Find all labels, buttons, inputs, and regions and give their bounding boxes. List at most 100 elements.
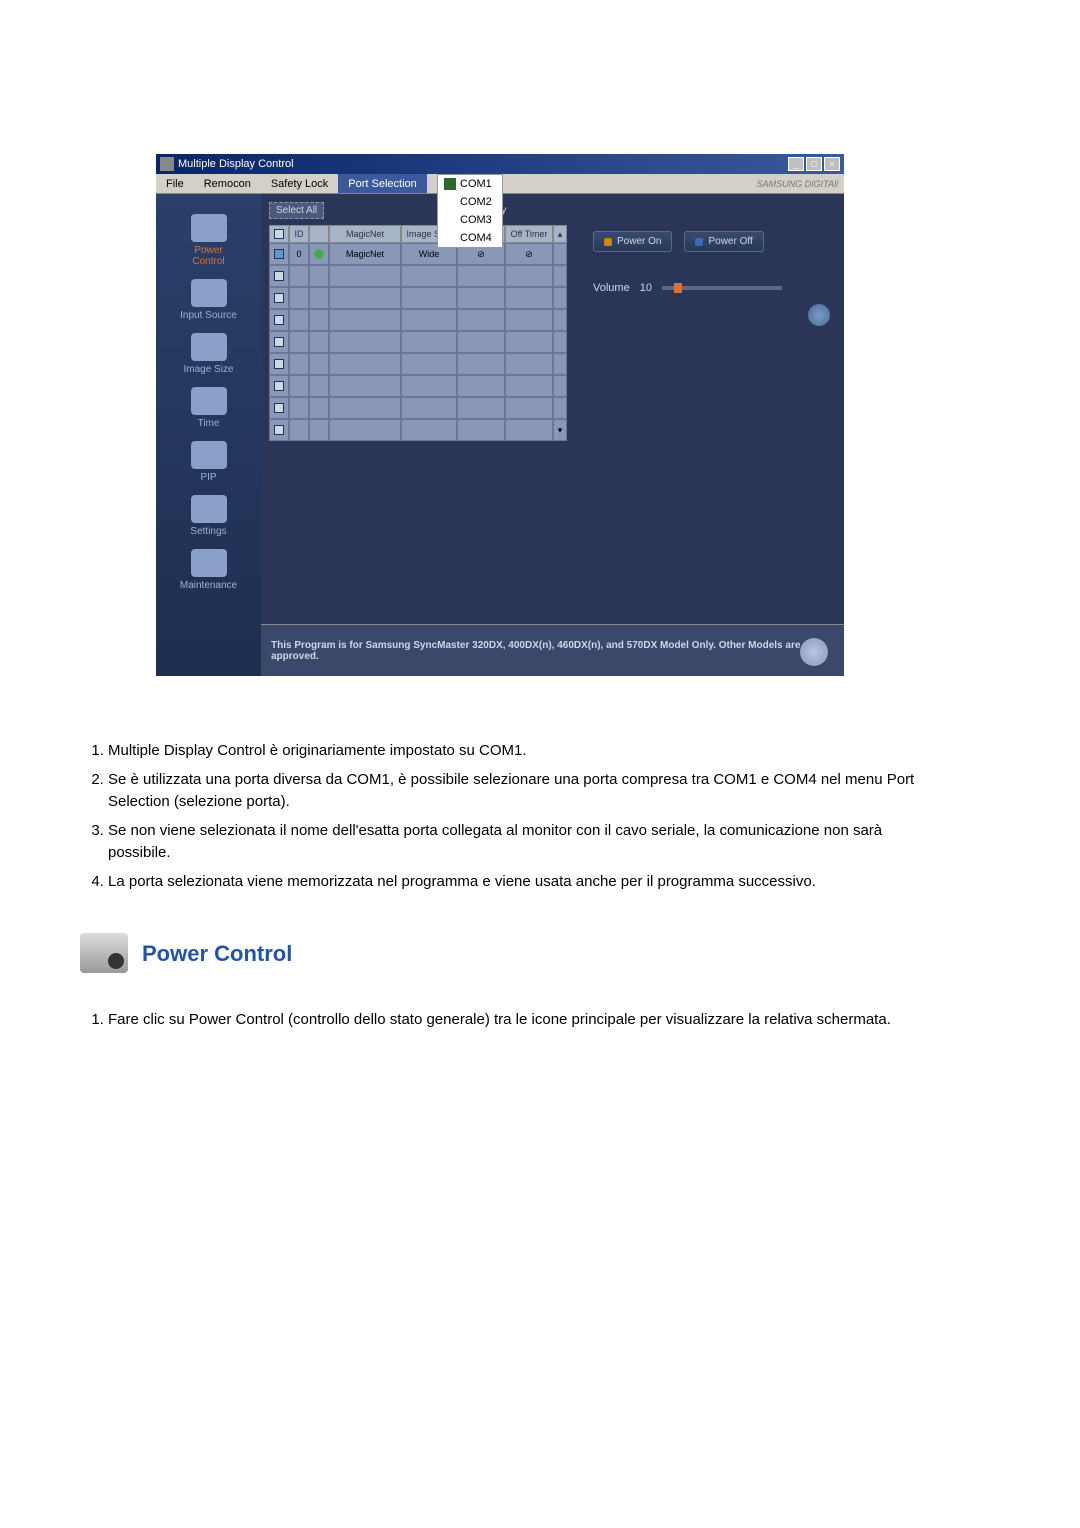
col-status[interactable] (309, 225, 329, 243)
window-title: Multiple Display Control (178, 158, 294, 170)
list-item: Multiple Display Control è originariamen… (108, 740, 940, 763)
scroll-down[interactable]: ▾ (553, 419, 567, 441)
display-grid: ID MagicNet Image Size On Timer Off Time… (269, 225, 579, 441)
volume-slider[interactable] (662, 286, 782, 290)
row-id: 0 (289, 243, 309, 265)
row-offtimer: ⊘ (505, 243, 553, 265)
footer-text: This Program is for Samsung SyncMaster 3… (271, 640, 834, 662)
sidebar-item-time[interactable]: Time (179, 387, 239, 429)
list-item: Se è utilizzata una porta diversa da COM… (108, 769, 940, 814)
menu-port-selection[interactable]: Port Selection (338, 174, 426, 193)
row-checkbox[interactable] (274, 337, 284, 347)
power-off-label: Power Off (708, 236, 752, 247)
sidebar-item-settings[interactable]: Settings (179, 495, 239, 537)
close-button[interactable]: × (824, 157, 840, 171)
title-bar: Multiple Display Control _ □ × (156, 154, 844, 174)
footer-message: This Program is for Samsung SyncMaster 3… (261, 624, 844, 676)
sidebar-label: Maintenance (180, 580, 237, 591)
menu-safety-lock[interactable]: Safety Lock (261, 174, 338, 193)
sidebar-label: Input Source (180, 310, 237, 321)
sidebar-label: Image Size (183, 364, 233, 375)
table-row[interactable] (269, 375, 579, 397)
power-off-icon (695, 238, 703, 246)
window-controls: _ □ × (788, 157, 840, 171)
select-all-button[interactable]: Select All (269, 202, 324, 219)
sidebar-label: PIP (200, 472, 216, 483)
sidebar-item-input-source[interactable]: Input Source (179, 279, 239, 321)
sidebar-item-maintenance[interactable]: Maintenance (179, 549, 239, 591)
power-icon (191, 214, 227, 242)
port-option-com2[interactable]: COM2 (438, 193, 502, 211)
content-area: COM1 COM2 COM3 COM4 Select All Busy ID (261, 194, 844, 676)
app-window: Multiple Display Control _ □ × File Remo… (156, 154, 844, 676)
col-id[interactable]: ID (289, 225, 309, 243)
volume-control: Volume 10 (593, 282, 830, 294)
row-checkbox[interactable] (274, 293, 284, 303)
power-on-label: Power On (617, 236, 661, 247)
scroll-up[interactable]: ▴ (553, 225, 567, 243)
settings-icon (191, 495, 227, 523)
list-item: La porta selezionata viene memorizzata n… (108, 871, 940, 894)
table-row[interactable]: 0 MagicNet Wide ⊘ ⊘ (269, 243, 579, 265)
section-list: Fare clic su Power Control (controllo de… (80, 1009, 940, 1032)
row-checkbox[interactable] (274, 381, 284, 391)
scrollbar[interactable] (553, 243, 567, 265)
size-icon (191, 333, 227, 361)
menu-file[interactable]: File (156, 174, 194, 193)
toolbar: Select All Busy (269, 202, 836, 219)
table-row[interactable] (269, 397, 579, 419)
status-dot-icon (314, 249, 324, 259)
control-panel: Power On Power Off Volume 10 (587, 225, 836, 441)
row-checkbox[interactable] (274, 425, 284, 435)
row-checkbox[interactable] (274, 403, 284, 413)
brand-label: SAMSUNG DIGITAll (757, 179, 844, 189)
volume-value: 10 (640, 282, 652, 294)
menu-remocon[interactable]: Remocon (194, 174, 261, 193)
sidebar-item-power-control[interactable]: Power Control (179, 214, 239, 267)
row-checkbox[interactable] (274, 271, 284, 281)
sidebar-item-pip[interactable]: PIP (179, 441, 239, 483)
table-row[interactable] (269, 353, 579, 375)
volume-label: Volume (593, 282, 630, 294)
document-text: Multiple Display Control è originariamen… (80, 740, 940, 1038)
power-off-button[interactable]: Power Off (684, 231, 763, 252)
section-title: Power Control (142, 937, 292, 970)
port-option-com1[interactable]: COM1 (438, 175, 502, 193)
col-magicnet[interactable]: MagicNet (329, 225, 401, 243)
row-checkbox[interactable] (274, 249, 284, 259)
power-on-button[interactable]: Power On (593, 231, 672, 252)
speaker-icon[interactable] (808, 304, 830, 326)
pip-icon (191, 441, 227, 469)
power-control-icon (80, 933, 128, 973)
maximize-button[interactable]: □ (806, 157, 822, 171)
power-on-icon (604, 238, 612, 246)
app-icon (160, 157, 174, 171)
input-icon (191, 279, 227, 307)
row-checkbox[interactable] (274, 359, 284, 369)
table-row[interactable] (269, 287, 579, 309)
section-header: Power Control (80, 933, 940, 973)
grid-header: ID MagicNet Image Size On Timer Off Time… (269, 225, 579, 243)
sidebar-label: Settings (190, 526, 226, 537)
sidebar-label: Power Control (179, 245, 239, 267)
table-row[interactable]: ▾ (269, 419, 579, 441)
row-checkbox[interactable] (274, 315, 284, 325)
col-off-timer[interactable]: Off Timer (505, 225, 553, 243)
sidebar-label: Time (198, 418, 220, 429)
row-magic: MagicNet (329, 243, 401, 265)
notes-list: Multiple Display Control è originariamen… (80, 740, 940, 893)
table-row[interactable] (269, 331, 579, 353)
port-option-com4[interactable]: COM4 (438, 229, 502, 247)
table-row[interactable] (269, 265, 579, 287)
hand-cursor-icon (800, 638, 828, 666)
port-option-com3[interactable]: COM3 (438, 211, 502, 229)
minimize-button[interactable]: _ (788, 157, 804, 171)
sidebar: Power Control Input Source Image Size Ti… (156, 194, 261, 676)
sidebar-item-image-size[interactable]: Image Size (179, 333, 239, 375)
col-checkbox[interactable] (269, 225, 289, 243)
time-icon (191, 387, 227, 415)
maintenance-icon (191, 549, 227, 577)
list-item: Fare clic su Power Control (controllo de… (108, 1009, 940, 1032)
table-row[interactable] (269, 309, 579, 331)
list-item: Se non viene selezionata il nome dell'es… (108, 820, 940, 865)
